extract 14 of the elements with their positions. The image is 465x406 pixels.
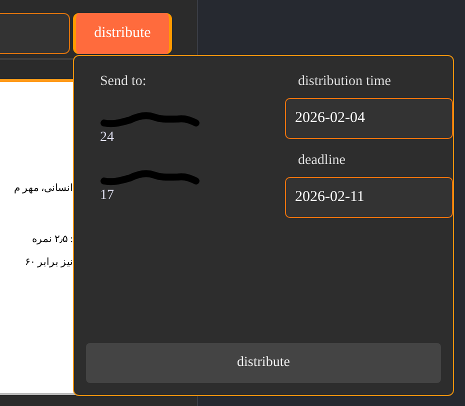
send-to-label: Send to:: [100, 74, 148, 90]
field-label: deadline: [297, 153, 346, 169]
document-text: انسانی، مهر م: [14, 182, 73, 194]
text-field[interactable]: [0, 13, 70, 54]
redacted-name-icon: [100, 110, 200, 130]
date-field[interactable]: 2026-02-04: [285, 98, 453, 139]
document-text: نیز برابر ۶۰: [25, 256, 73, 268]
recipient-count: 24: [100, 130, 115, 146]
redacted-name-icon: [100, 168, 200, 188]
document-text: : ۲٫۵ نمره: [32, 233, 73, 245]
date-field[interactable]: 2026-02-11: [285, 177, 453, 218]
distribute-submit-button[interactable]: distribute: [86, 343, 441, 383]
recipient-count: 17: [100, 188, 115, 204]
field-label: distribution time: [297, 74, 392, 90]
